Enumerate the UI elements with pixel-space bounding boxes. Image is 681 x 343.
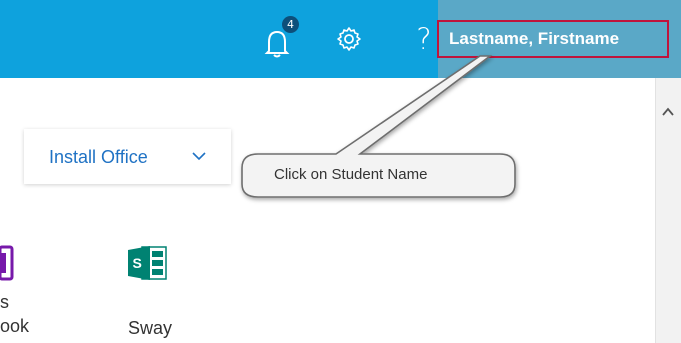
sway-icon[interactable]: S xyxy=(128,243,168,283)
help-icon[interactable]: ? xyxy=(412,22,436,56)
callout-text: Click on Student Name xyxy=(274,166,428,183)
onenote-icon[interactable] xyxy=(0,245,15,281)
install-office-button[interactable]: Install Office xyxy=(24,129,231,184)
notification-count-badge: 4 xyxy=(282,16,299,33)
user-name-button[interactable]: Lastname, Firstname xyxy=(449,27,669,51)
sway-app-label[interactable]: Sway xyxy=(128,316,172,340)
onenote-app-label[interactable]: s ook xyxy=(0,290,60,338)
gear-icon[interactable] xyxy=(336,26,362,52)
chevron-down-icon xyxy=(192,152,206,161)
top-bar: 4 ? Lastname, Firstname xyxy=(0,0,681,78)
svg-text:S: S xyxy=(133,255,142,271)
chevron-up-icon[interactable] xyxy=(661,105,675,119)
install-office-label: Install Office xyxy=(49,147,148,167)
